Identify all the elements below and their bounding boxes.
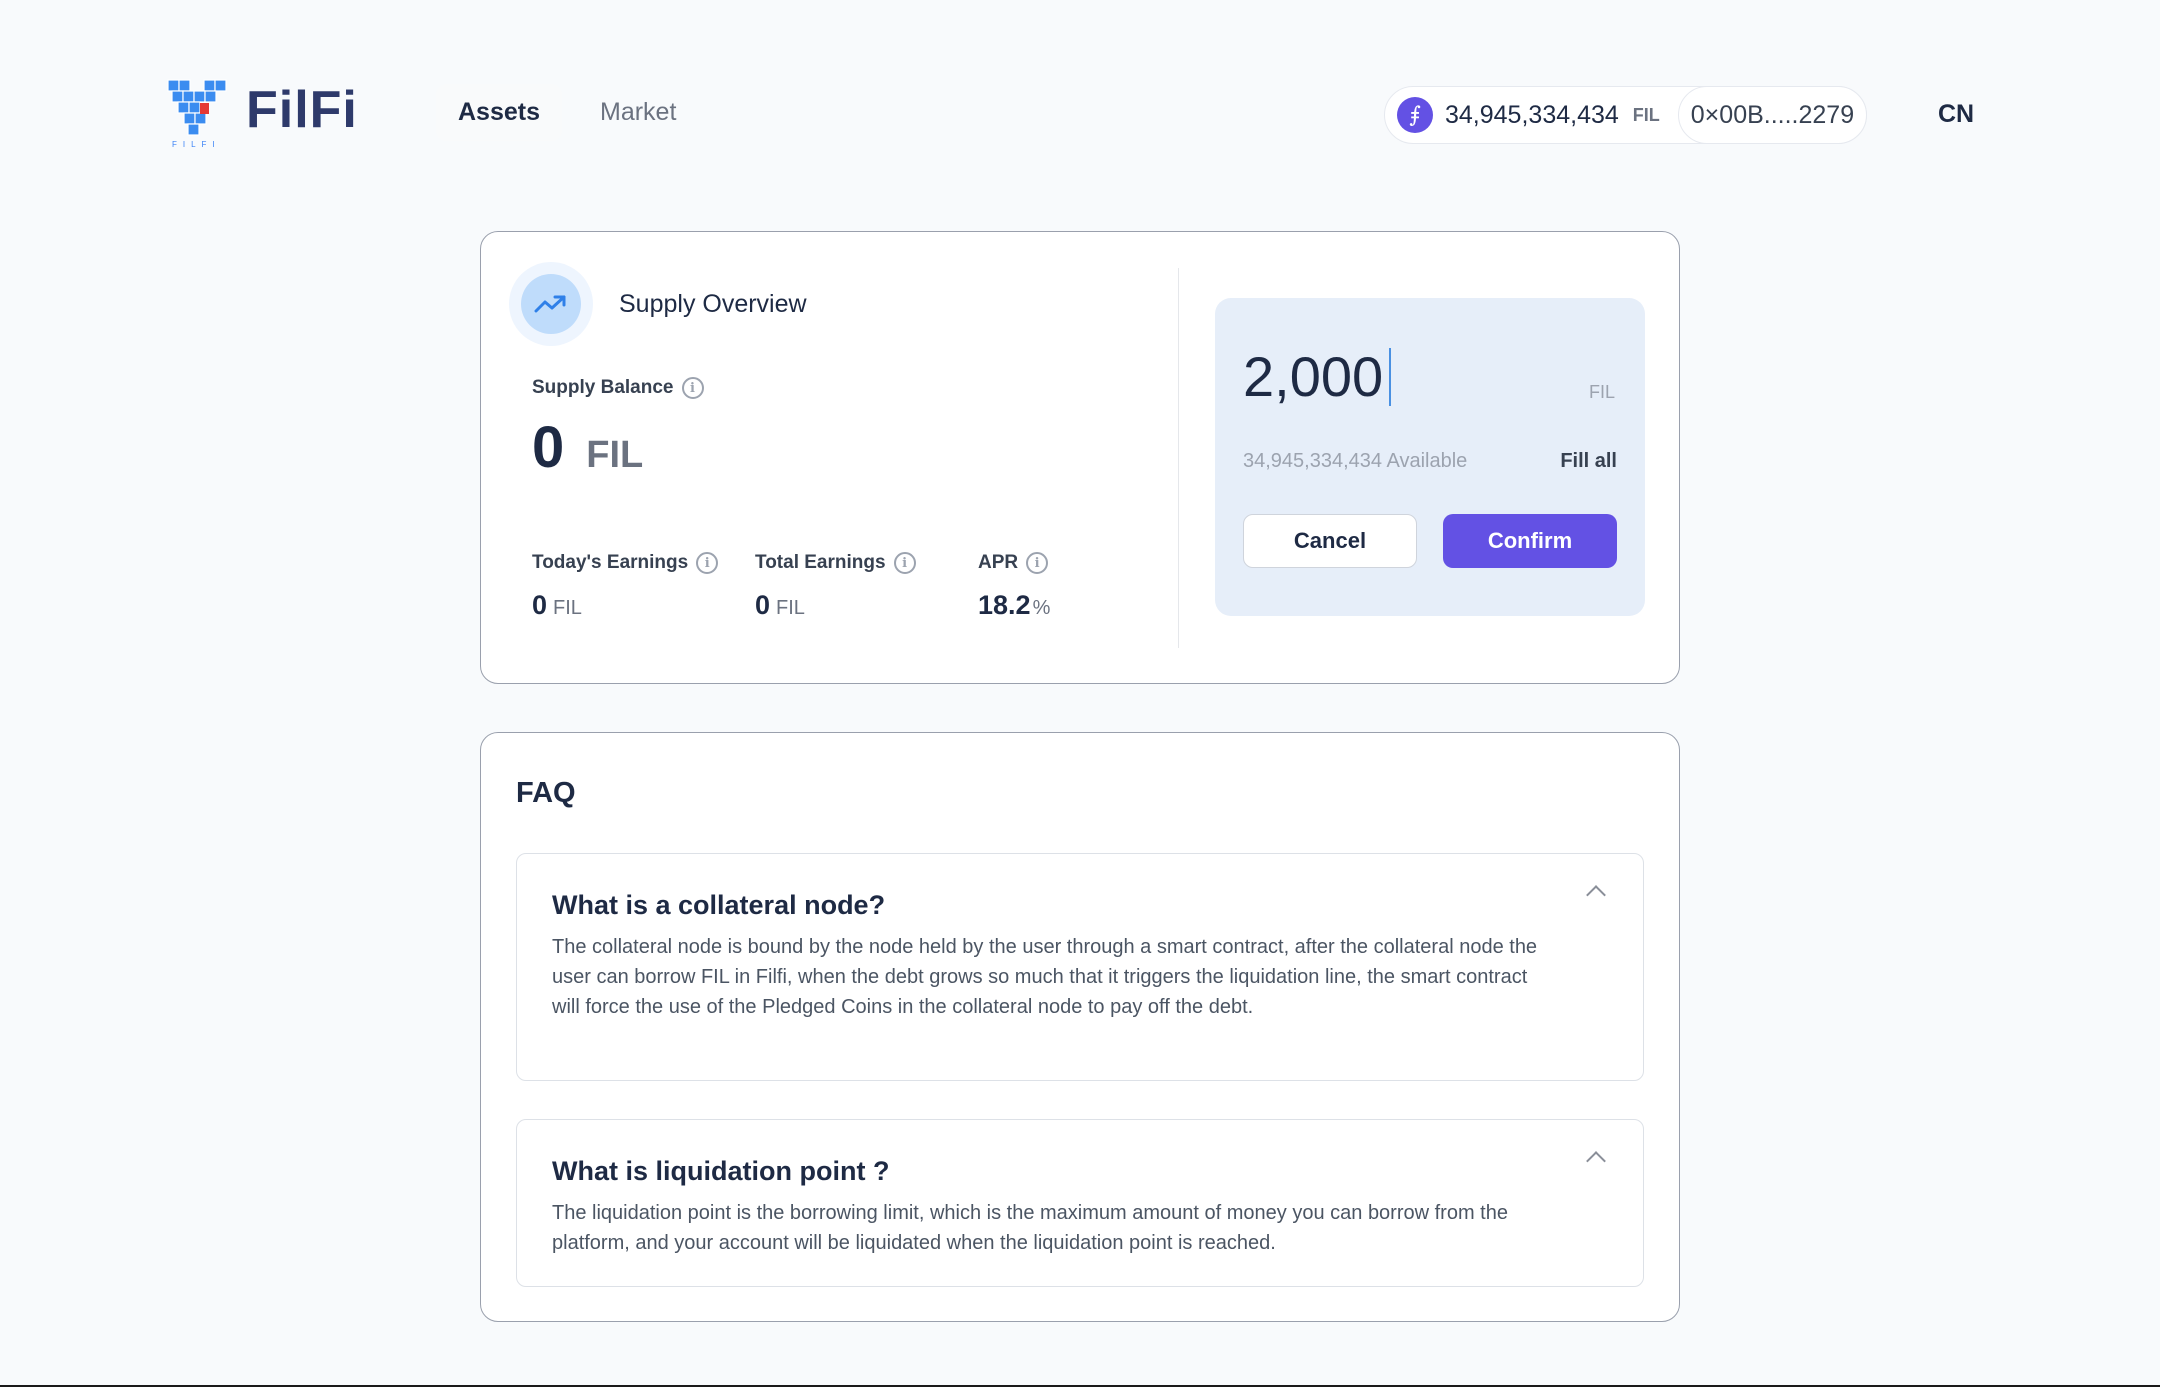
stat-total-earnings: Total Earnings i 0 FIL [755, 552, 916, 621]
stat-unit: FIL [553, 597, 582, 619]
confirm-button[interactable]: Confirm [1443, 514, 1617, 568]
language-switch[interactable]: CN [1938, 100, 1974, 129]
stat-value: 0 [532, 590, 548, 620]
stat-label: Total Earnings [755, 552, 886, 573]
amount-unit: FIL [1588, 382, 1615, 402]
stat-todays-earnings: Today's Earnings i 0 FIL [532, 552, 719, 621]
faq-item[interactable]: What is liquidation point ? The liquidat… [516, 1119, 1644, 1287]
logo-cubes-icon: FILFI [166, 76, 228, 152]
faq-item[interactable]: What is a collateral node? The collatera… [516, 853, 1644, 1081]
faq-question[interactable]: What is a collateral node? [552, 890, 885, 921]
wallet-unit: FIL [1632, 104, 1660, 125]
stat-value: 0 [755, 590, 771, 620]
stat-apr: APR i 18.2 % [978, 552, 1050, 621]
supply-balance-label: Supply Balance i [532, 377, 704, 399]
supply-balance-amount: 0 [532, 415, 565, 480]
faq-answer: The collateral node is bound by the node… [552, 936, 1538, 1018]
supply-input-panel: 2,000 FIL 34,945,334,434 Available Fill … [1215, 298, 1645, 616]
chevron-up-icon[interactable] [1586, 1151, 1606, 1171]
tab-market[interactable]: Market [578, 84, 698, 141]
stat-label: APR [978, 552, 1019, 573]
cancel-button[interactable]: Cancel [1243, 514, 1417, 568]
wallet-balance: 34,945,334,434 [1445, 100, 1619, 129]
info-icon[interactable]: i [696, 552, 719, 574]
fill-all-button[interactable]: Fill all [1560, 450, 1617, 473]
wallet-pill[interactable]: ⨎ 34,945,334,434 FIL 0×00B.....2279 [1384, 86, 1868, 144]
filecoin-icon: ⨎ [1397, 97, 1433, 133]
wallet-address[interactable]: 0×00B.....2279 [1677, 86, 1868, 144]
info-icon[interactable]: i [1026, 552, 1049, 574]
overview-icon-badge [509, 262, 593, 346]
amount-input[interactable]: 2,000 [1243, 344, 1392, 409]
faq-answer: The liquidation point is the borrowing l… [552, 1202, 1508, 1254]
available-balance: 34,945,334,434 Available [1243, 450, 1468, 472]
stat-unit: % [1032, 597, 1051, 619]
text-caret [1389, 347, 1392, 406]
faq-title: FAQ [516, 777, 576, 809]
stat-value: 18.2 [978, 590, 1031, 620]
chevron-up-icon[interactable] [1586, 885, 1606, 905]
top-header: FILFI FilFi Assets Market ⨎ 34,945,334,4… [0, 0, 2160, 230]
stat-label: Today's Earnings [532, 552, 689, 573]
amount-value[interactable]: 2,000 [1243, 344, 1383, 409]
supply-overview-title: Supply Overview [619, 290, 807, 318]
brand-name: FilFi [246, 81, 358, 139]
logo-subtitle: FILFI [172, 140, 221, 149]
faq-question[interactable]: What is liquidation point ? [552, 1156, 889, 1187]
supply-balance-value: 0 FIL [532, 414, 643, 481]
info-icon[interactable]: i [893, 552, 916, 574]
filfi-logo[interactable]: FILFI FilFi [166, 76, 358, 152]
info-icon[interactable]: i [681, 377, 704, 399]
supply-balance-unit: FIL [586, 434, 644, 476]
stat-unit: FIL [776, 597, 805, 619]
supply-overview-card: Supply Overview Supply Balance i 0 FIL T… [480, 231, 1680, 684]
faq-card: FAQ What is a collateral node? The colla… [480, 732, 1680, 1322]
tab-assets[interactable]: Assets [436, 84, 562, 141]
card-divider [1178, 268, 1179, 648]
trending-up-icon [521, 274, 581, 334]
supply-balance-label-text: Supply Balance [532, 377, 674, 398]
main-nav: Assets Market [436, 84, 698, 141]
